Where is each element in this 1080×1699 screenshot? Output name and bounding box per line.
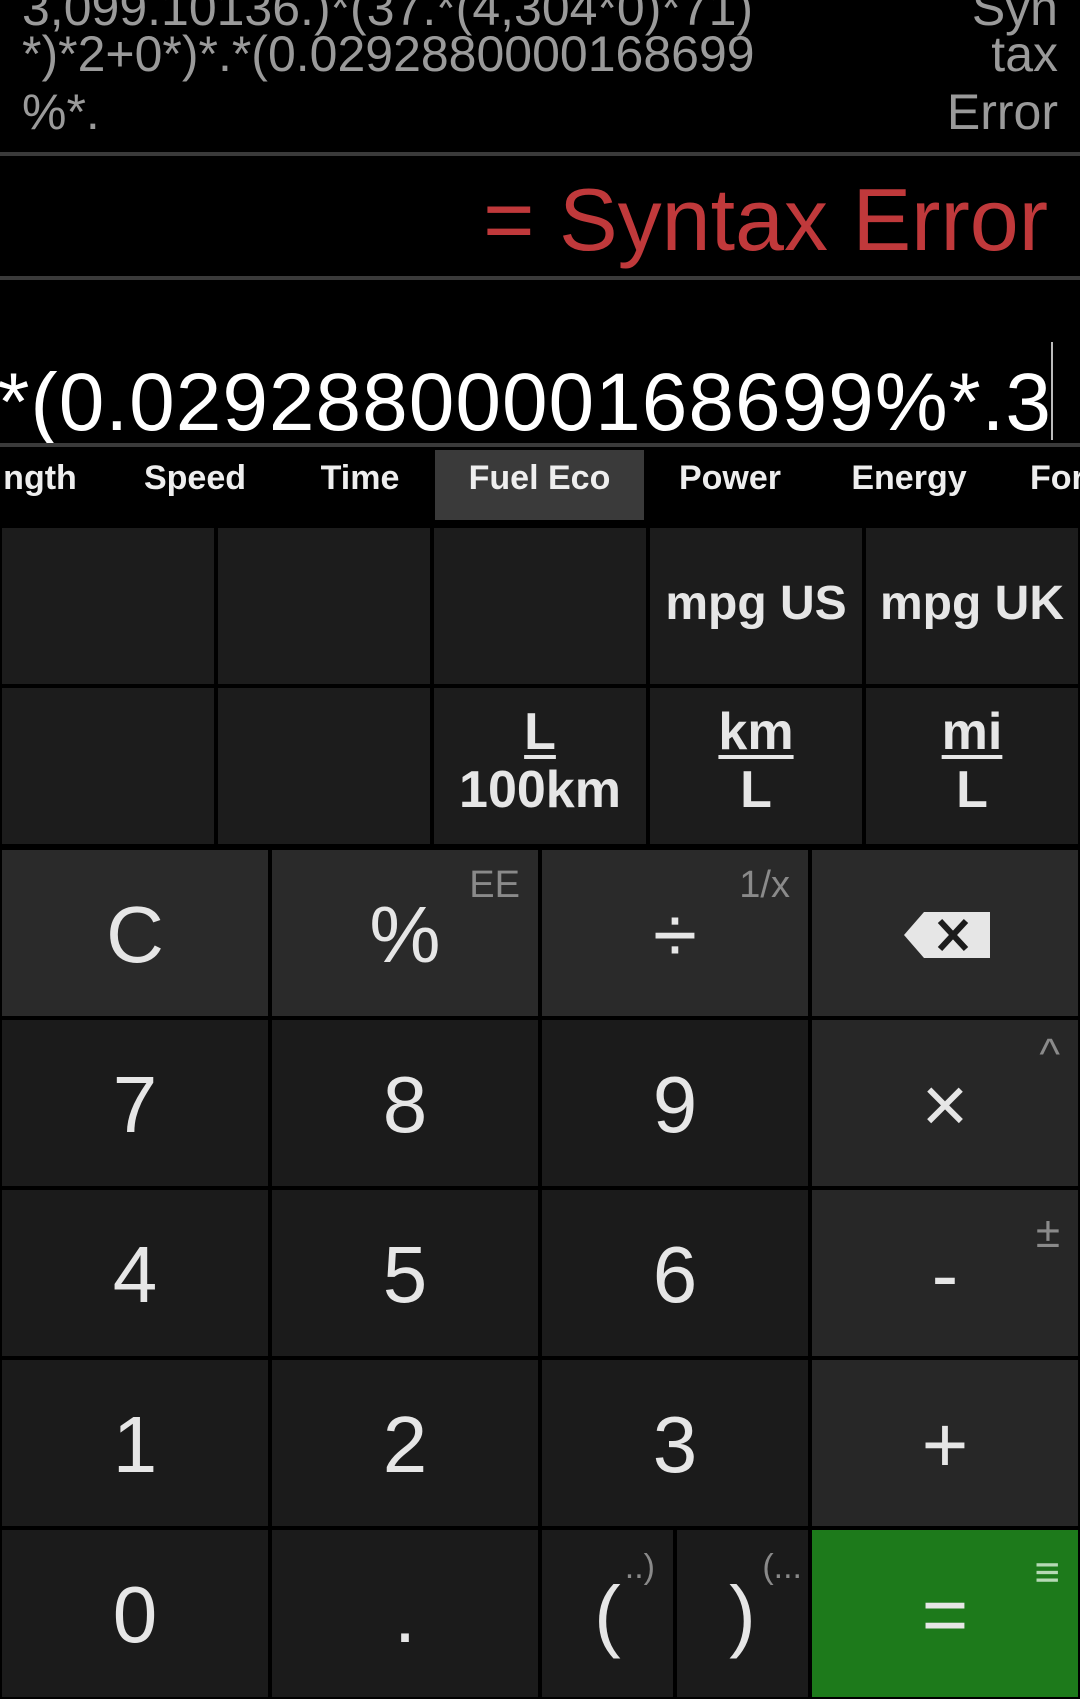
unit-label: mpg US (665, 577, 847, 630)
unit-denominator: L (740, 761, 772, 819)
unit-key-mi-per-l[interactable]: mi L (864, 686, 1080, 846)
history-expression-line: *)*2+0*)*.*(0.0292880000168699 (22, 26, 755, 82)
backspace-icon (904, 912, 990, 958)
key-label: C (106, 890, 164, 979)
digit-2-button[interactable]: 2 (270, 1358, 540, 1528)
unit-key-mpg-uk[interactable]: mpg UK (864, 526, 1080, 686)
unit-denominator: 100km (459, 761, 621, 819)
key-label: 9 (652, 1060, 698, 1149)
key-label: 1 (112, 1400, 158, 1489)
history-result-line: tax (991, 26, 1058, 82)
unit-key-mpg-us[interactable]: mpg US (648, 526, 864, 686)
unit-key-empty (0, 686, 216, 846)
tab-energy[interactable]: Energy (835, 450, 983, 520)
key-label: 0 (112, 1570, 158, 1659)
history-panel[interactable]: 3,099.10136.)*(37.*(4,304*0)*71) *)*2+0*… (0, 0, 1080, 152)
key-alt-label: ± (1035, 1208, 1060, 1257)
key-label: . (393, 1570, 417, 1659)
close-parenthesis-button[interactable]: ) (... (675, 1528, 810, 1699)
digit-6-button[interactable]: 6 (540, 1188, 810, 1358)
unit-key-l-per-100km[interactable]: L 100km (432, 686, 648, 846)
key-alt-label: ..) (624, 1548, 655, 1586)
unit-key-empty (216, 686, 432, 846)
tab-speed[interactable]: Speed (118, 450, 272, 520)
unit-category-tabs[interactable]: ngth Speed Time Fuel Eco Power Energy Fo… (0, 450, 1080, 520)
backspace-button[interactable] (810, 848, 1080, 1018)
unit-numerator: mi (941, 703, 1003, 761)
unit-key-empty (216, 526, 432, 686)
history-expression-line: %*. (22, 84, 100, 140)
percent-button[interactable]: % EE (270, 848, 540, 1018)
key-label: 2 (382, 1400, 428, 1489)
digit-1-button[interactable]: 1 (0, 1358, 270, 1528)
open-parenthesis-button[interactable]: ( ..) (540, 1528, 675, 1699)
expression-text: *)*.*(0.0292880000168699%*.3 (0, 357, 1052, 447)
digit-7-button[interactable]: 7 (0, 1018, 270, 1188)
digit-5-button[interactable]: 5 (270, 1188, 540, 1358)
key-label: 7 (112, 1060, 158, 1149)
unit-key-empty (432, 526, 648, 686)
key-label: 6 (652, 1230, 698, 1319)
digit-9-button[interactable]: 9 (540, 1018, 810, 1188)
key-label: + (921, 1400, 969, 1489)
history-result-line: Error (946, 84, 1058, 140)
minus-button[interactable]: - ± (810, 1188, 1080, 1358)
unit-key-empty (0, 526, 216, 686)
divide-button[interactable]: ÷ 1/x (540, 848, 810, 1018)
digit-8-button[interactable]: 8 (270, 1018, 540, 1188)
key-label: × (921, 1060, 969, 1149)
tab-force[interactable]: For (1030, 450, 1080, 520)
unit-numerator: L (524, 703, 556, 761)
tab-time[interactable]: Time (290, 450, 430, 520)
digit-3-button[interactable]: 3 (540, 1358, 810, 1528)
tab-fuel-eco[interactable]: Fuel Eco (435, 450, 644, 520)
tab-power[interactable]: Power (660, 450, 800, 520)
divider (0, 443, 1080, 447)
digit-4-button[interactable]: 4 (0, 1188, 270, 1358)
tab-length[interactable]: ngth (0, 450, 110, 520)
key-label: 5 (382, 1230, 428, 1319)
expression-field[interactable]: *)*.*(0.0292880000168699%*.3 (0, 280, 1080, 446)
key-alt-label: (... (762, 1548, 802, 1586)
clear-button[interactable]: C (0, 848, 270, 1018)
unit-label: mpg UK (880, 577, 1064, 630)
key-alt-label: ^ (1039, 1030, 1060, 1079)
key-label: 8 (382, 1060, 428, 1149)
key-label: 4 (112, 1230, 158, 1319)
unit-key-km-per-l[interactable]: km L (648, 686, 864, 846)
menu-icon: ≡ (1034, 1548, 1060, 1597)
key-alt-label: EE (469, 864, 520, 906)
multiply-button[interactable]: × ^ (810, 1018, 1080, 1188)
divider (0, 152, 1080, 156)
plus-button[interactable]: + (810, 1358, 1080, 1528)
unit-denominator: L (956, 761, 988, 819)
decimal-point-button[interactable]: . (270, 1528, 540, 1699)
unit-numerator: km (718, 703, 794, 761)
equals-button[interactable]: = ≡ (810, 1528, 1080, 1699)
digit-0-button[interactable]: 0 (0, 1528, 270, 1699)
result-display: = Syntax Error (483, 170, 1048, 269)
key-alt-label: 1/x (739, 864, 790, 906)
text-cursor (1051, 342, 1053, 440)
key-label: 3 (652, 1400, 698, 1489)
